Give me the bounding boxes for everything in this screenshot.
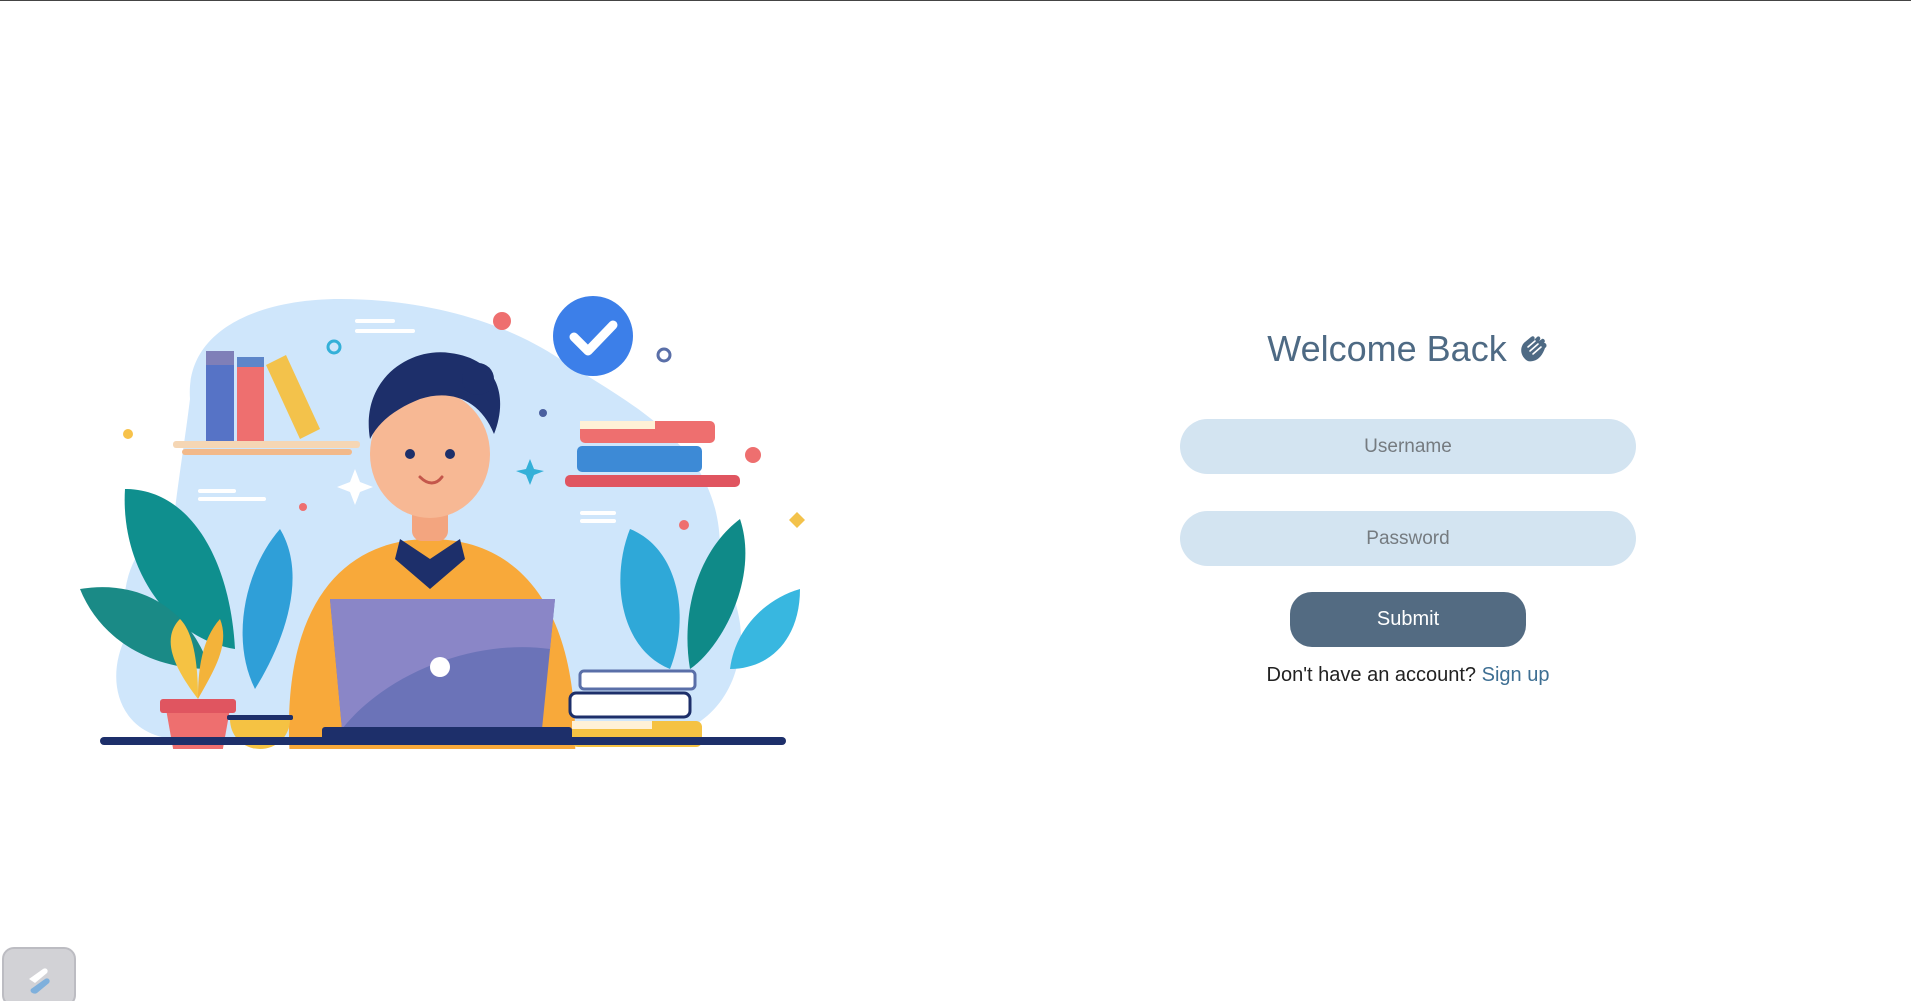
laptop	[322, 599, 572, 741]
waving-hand-icon	[1520, 336, 1547, 362]
login-form: Welcome Back Submit Don't have an accoun…	[1180, 321, 1636, 687]
submit-button[interactable]: Submit	[1290, 592, 1526, 647]
signup-link[interactable]: Sign up	[1482, 664, 1550, 686]
username-input[interactable]	[1180, 419, 1636, 474]
student-laptop-illustration	[80, 296, 805, 749]
book-stack-top	[565, 421, 740, 487]
login-title-text: Welcome Back	[1267, 328, 1507, 369]
app-logo-icon	[29, 968, 50, 994]
login-page: Welcome Back Submit Don't have an accoun…	[0, 0, 1911, 1001]
signup-prompt-text: Don't have an account?	[1266, 664, 1477, 686]
check-badge-icon	[553, 296, 633, 376]
password-input[interactable]	[1180, 511, 1636, 566]
signup-prompt: Don't have an account? Sign up	[1267, 664, 1550, 687]
app-logo-button[interactable]	[2, 947, 76, 1001]
login-heading: Welcome Back	[1267, 321, 1548, 377]
desk-line	[100, 737, 786, 745]
